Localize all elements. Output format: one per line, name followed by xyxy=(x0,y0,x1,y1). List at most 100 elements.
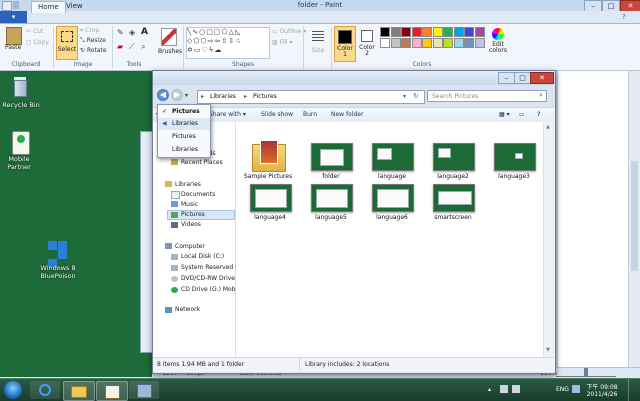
mobile-partner-icon[interactable] xyxy=(12,131,30,155)
breadcrumb-root-arrow-icon[interactable]: ▸ xyxy=(201,93,204,100)
back-button[interactable]: ◀ xyxy=(157,89,169,101)
nav-dvd-drive[interactable]: DVD/CD-RW Drive (I xyxy=(181,275,241,282)
show-desktop-button[interactable] xyxy=(628,379,640,401)
burn-button[interactable]: Burn xyxy=(303,111,317,118)
hexagon-shape-icon[interactable]: ⬡ xyxy=(200,37,207,45)
scroll-down-icon[interactable]: ▼ xyxy=(546,347,550,353)
recycle-bin-icon[interactable] xyxy=(10,77,30,99)
recent-pages-chevron-icon[interactable]: ▾ xyxy=(185,92,188,99)
file-thumb-language6[interactable] xyxy=(372,184,414,212)
recent-page-item[interactable]: ◀ Libraries xyxy=(158,118,210,130)
color-picker-icon[interactable]: ⟋ xyxy=(129,42,135,52)
palette-swatch[interactable] xyxy=(432,27,443,37)
file-label-folder[interactable]: folder xyxy=(302,173,360,180)
windows8-bluepoison-icon[interactable] xyxy=(48,241,68,268)
palette-swatch[interactable] xyxy=(422,38,432,48)
file-label-sample-pictures[interactable]: Sample Pictures xyxy=(239,173,297,180)
scroll-up-icon[interactable]: ▲ xyxy=(546,124,550,130)
forward-button[interactable]: ▶ xyxy=(171,89,183,101)
file-thumb-language3[interactable] xyxy=(494,143,536,171)
eraser-icon[interactable]: ▰ xyxy=(117,42,123,51)
rect-shape-icon[interactable]: □ xyxy=(206,28,214,36)
palette-swatch[interactable] xyxy=(432,38,443,48)
change-view-icon[interactable]: ▦ ▾ xyxy=(499,111,510,118)
nav-system-reserved[interactable]: System Reserved (D: xyxy=(181,264,244,271)
nav-recent-places[interactable]: Recent Places xyxy=(181,159,223,166)
right-triangle-icon[interactable]: ◺ xyxy=(235,28,241,36)
palette-swatch[interactable] xyxy=(380,27,390,37)
nav-local-disk[interactable]: Local Disk (C:) xyxy=(181,253,224,260)
brushes-button[interactable]: Brushes xyxy=(158,26,182,58)
paint-vertical-scrollbar[interactable] xyxy=(628,71,640,367)
palette-swatch[interactable] xyxy=(411,27,422,37)
paste-button[interactable]: Paste xyxy=(5,44,21,51)
nav-documents[interactable]: Documents xyxy=(181,191,215,198)
taskbar-internet-explorer[interactable] xyxy=(30,381,60,399)
cut-button[interactable]: ✂ Cut xyxy=(26,28,43,35)
polygon-shape-icon[interactable]: ⬠ xyxy=(221,28,228,36)
palette-swatch[interactable] xyxy=(474,27,485,37)
palette-swatch[interactable] xyxy=(464,27,474,37)
pencil-icon[interactable]: ✎ xyxy=(117,28,124,37)
palette-swatch[interactable] xyxy=(411,38,422,48)
taskbar-paint[interactable] xyxy=(96,381,128,401)
search-input[interactable]: Search Pictures xyxy=(427,90,547,102)
share-with-button[interactable]: Share with ▾ xyxy=(209,111,246,118)
palette-swatch[interactable] xyxy=(464,38,474,48)
file-label-language6[interactable]: language6 xyxy=(363,214,421,221)
file-label-language[interactable]: language xyxy=(363,173,421,180)
shapes-gallery[interactable]: ╲∿○□▢⬠△◺ ◇⬠⬡⇨⇦⇧⇩☆ ✡▭♡ϟ☁ xyxy=(186,27,270,59)
explorer-maximize-button[interactable]: □ xyxy=(514,72,531,84)
recent-page-item[interactable]: ✓ Pictures xyxy=(158,106,210,118)
recent-page-item[interactable]: Libraries xyxy=(158,144,210,156)
tray-volume-icon[interactable] xyxy=(512,385,520,393)
paint-canvas-edge[interactable] xyxy=(558,71,628,367)
heart-shape-icon[interactable]: ♡ xyxy=(202,46,209,54)
outline-button[interactable]: ▭ Outline ▾ xyxy=(272,28,306,35)
nav-cd-drive[interactable]: CD Drive (G:) Mobile xyxy=(181,286,243,293)
file-thumb-language2[interactable] xyxy=(433,143,475,171)
palette-swatch[interactable] xyxy=(422,27,432,37)
paint-scroll-thumb[interactable] xyxy=(631,161,638,271)
nav-libraries[interactable]: Libraries xyxy=(175,181,201,188)
file-thumb-language4[interactable] xyxy=(250,184,292,212)
file-thumb-language[interactable] xyxy=(372,143,414,171)
rotate-button[interactable]: ↻ Rotate xyxy=(80,47,107,54)
nav-pictures[interactable]: Pictures xyxy=(181,211,205,218)
tab-view[interactable]: View xyxy=(60,1,89,12)
clock-time[interactable]: 下午 09:08 xyxy=(584,382,620,391)
slide-show-button[interactable]: Slide show xyxy=(261,111,293,118)
explorer-titlebar[interactable]: – □ ✕ xyxy=(153,71,555,85)
taskbar-app-4[interactable] xyxy=(129,381,159,399)
paint-file-menu-button[interactable]: ▾ xyxy=(0,11,27,23)
file-thumb-smartscreen[interactable] xyxy=(433,184,475,212)
magnifier-icon[interactable]: ⌕ xyxy=(141,42,145,52)
palette-swatch[interactable] xyxy=(453,38,464,48)
fill-bucket-icon[interactable]: ◈ xyxy=(129,28,135,37)
resize-button[interactable]: ⤡ Resize xyxy=(80,37,106,45)
star6-shape-icon[interactable]: ✡ xyxy=(187,46,194,54)
palette-swatch[interactable] xyxy=(390,38,401,48)
tray-arrow-icon[interactable]: ▴ xyxy=(488,386,491,393)
file-thumb-language5[interactable] xyxy=(311,184,353,212)
zoom-slider-thumb[interactable] xyxy=(584,368,588,377)
text-tool-icon[interactable]: A xyxy=(141,27,148,37)
color2-button[interactable]: Color 2 xyxy=(357,27,377,59)
callout-shape-icon[interactable]: ▭ xyxy=(194,46,202,54)
ime-icon[interactable] xyxy=(572,385,580,393)
fill-button[interactable]: ▨ Fill ▾ xyxy=(272,39,293,46)
nav-videos[interactable]: Videos xyxy=(181,221,201,228)
palette-swatch[interactable] xyxy=(401,27,411,37)
tray-network-icon[interactable] xyxy=(500,385,508,393)
file-label-language4[interactable]: language4 xyxy=(241,214,299,221)
help-icon[interactable]: ? xyxy=(622,13,626,21)
nav-network[interactable]: Network xyxy=(175,306,200,313)
new-folder-button[interactable]: New folder xyxy=(331,111,363,118)
save-quick-icon[interactable] xyxy=(13,1,19,9)
input-language-indicator[interactable]: ENG xyxy=(556,386,569,393)
select-button[interactable]: Select xyxy=(56,26,78,60)
breadcrumb-pictures[interactable]: Pictures xyxy=(253,93,277,100)
explorer-minimize-button[interactable]: – xyxy=(498,72,515,84)
color1-button[interactable]: Color 1 xyxy=(334,26,356,62)
file-label-language2[interactable]: language2 xyxy=(424,173,482,180)
